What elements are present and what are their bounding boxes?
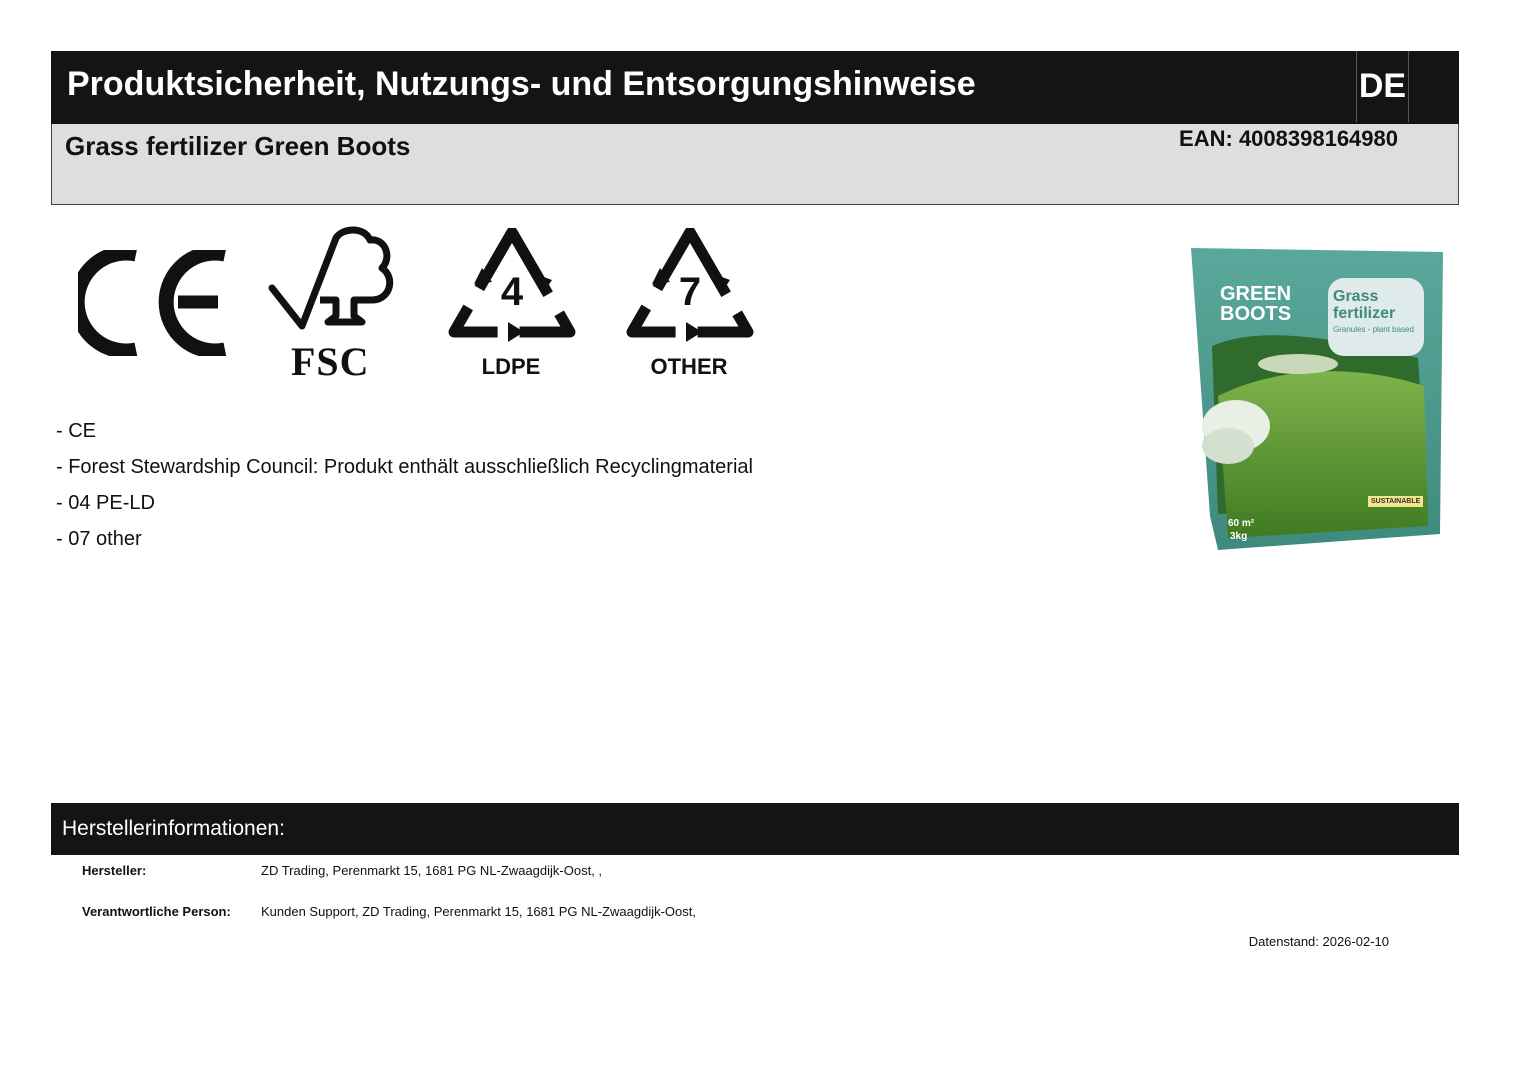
package-brand: GREEN BOOTS [1220,283,1292,325]
responsible-person-value: Kunden Support, ZD Trading, Perenmarkt 1… [261,904,696,919]
list-item: - Forest Stewardship Council: Produkt en… [56,456,753,478]
language-code: DE [1356,51,1409,122]
product-name: Grass fertilizer Green Boots [65,131,411,161]
recycling-number: 7 [678,270,702,314]
responsible-person-label: Verantwortliche Person: [82,904,231,919]
recycling-symbol-other: 7 OTHER [626,226,754,380]
manufacturer-section-title: Herstellerinformationen: [62,817,285,840]
manufacturer-header: Herstellerinformationen: [51,803,1459,855]
product-header: Grass fertilizer Green Boots EAN: 400839… [51,124,1459,205]
ean-value: 4008398164980 [1238,126,1398,151]
recycling-label: OTHER [650,354,728,379]
package-tagline: Granules - plant based [1333,325,1414,334]
fsc-tree-icon [268,226,394,330]
package-badge: SUSTAINABLE [1368,496,1424,507]
list-item: - CE [56,420,96,442]
ce-mark-icon [78,250,227,356]
recycling-symbol-ldpe: 4 LDPE [448,226,576,380]
recycling-label: LDPE [481,354,541,379]
recycling-number: 4 [500,270,524,314]
manufacturer-label: Hersteller: [82,863,147,878]
fsc-logo: FSC [266,226,398,384]
ean-label: EAN: [1179,126,1233,151]
list-item: - 04 PE-LD [56,492,155,514]
product-image: GREEN BOOTS Grass fertilizer Granules - … [1188,246,1446,552]
list-item: - 07 other [56,528,142,550]
package-product-name: Grass fertilizer [1333,288,1396,322]
symbol-notes-list: - CE - Forest Stewardship Council: Produ… [56,413,753,557]
page-header: Produktsicherheit, Nutzungs- und Entsorg… [51,51,1459,124]
package-area: 60 m² [1228,518,1255,529]
page-title: Produktsicherheit, Nutzungs- und Entsorg… [67,65,976,103]
ean-line: EAN: 4008398164980 [1179,126,1398,152]
data-date: Datenstand: 2026-02-10 [1248,934,1389,949]
package-weight: 3kg [1230,531,1248,542]
manufacturer-value: ZD Trading, Perenmarkt 15, 1681 PG NL-Zw… [261,863,603,878]
fsc-label: FSC [291,339,370,384]
